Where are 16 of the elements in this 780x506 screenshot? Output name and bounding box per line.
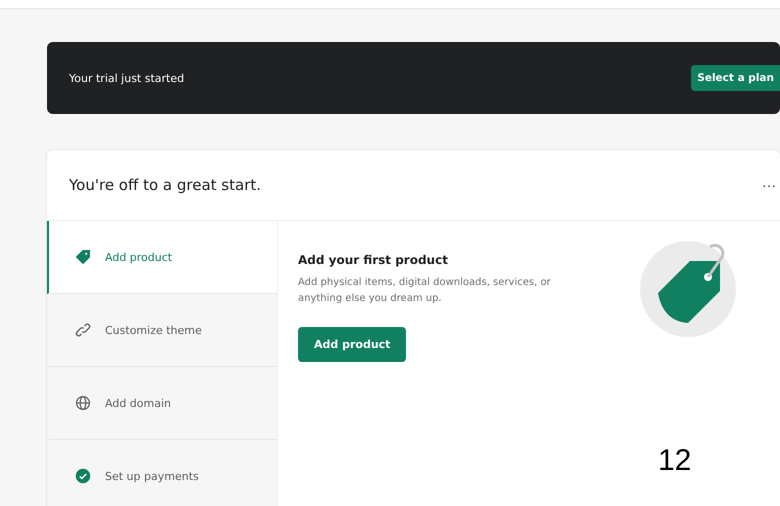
step-tab[interactable]: Add product — [47, 221, 277, 294]
detail-description: Add physical items, digital downloads, services, or anything else you dream up. — [298, 276, 552, 306]
more-button[interactable]: ··· — [762, 177, 776, 193]
banner-text: Your trial just started — [69, 72, 186, 84]
step-tab[interactable]: Customize theme — [47, 294, 277, 367]
link-icon — [75, 322, 91, 338]
page-number: 12 — [658, 444, 692, 478]
detail-title: Add your first product — [298, 253, 449, 267]
step-tab[interactable]: Add domain — [47, 367, 277, 440]
checkmark-icon — [75, 468, 91, 484]
tag-icon — [75, 249, 91, 265]
card-title: You're off to a great start. — [69, 176, 262, 194]
select-plan-button[interactable]: Select a plan — [691, 65, 780, 91]
globe-icon — [75, 395, 91, 411]
step-tab[interactable]: Set up payments — [47, 440, 277, 506]
add-product-button[interactable]: Add product — [298, 327, 406, 362]
